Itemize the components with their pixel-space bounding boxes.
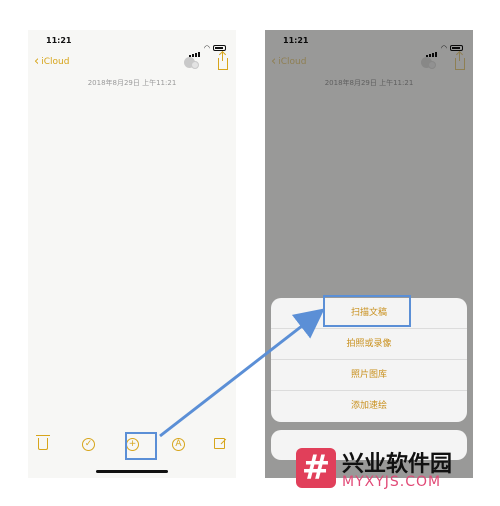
back-label: iCloud — [41, 57, 70, 67]
home-indicator — [96, 470, 168, 473]
status-time: 11:21 — [46, 36, 72, 45]
watermark: # 兴业软件园 MYXYJS.COM — [296, 446, 496, 496]
watermark-logo: # — [296, 448, 336, 488]
photo-library-option[interactable]: 照片图库 — [271, 360, 467, 391]
notes-screen-before: 11:21 ◠ ‹ iCloud 2018年8月29日 上午11:21 ✓ + … — [28, 30, 236, 478]
take-photo-option[interactable]: 拍照或录像 — [271, 329, 467, 360]
scan-option-highlight — [323, 295, 411, 327]
notes-screen-after: 11:21 ◠ ‹ iCloud 2018年8月29日 上午11:21 扫描文稿… — [265, 30, 473, 478]
checklist-icon[interactable]: ✓ — [82, 438, 95, 451]
share-icon[interactable] — [218, 52, 228, 70]
battery-icon — [213, 44, 226, 51]
markup-icon[interactable]: A — [172, 438, 185, 451]
add-button-highlight — [125, 432, 157, 460]
note-date: 2018年8月29日 上午11:21 — [87, 79, 177, 87]
wifi-icon: ◠ — [203, 43, 210, 52]
nav-bar: ‹ iCloud — [28, 52, 236, 74]
compose-icon[interactable] — [214, 438, 225, 449]
trash-icon[interactable] — [36, 435, 50, 450]
add-sketch-option[interactable]: 添加速绘 — [271, 391, 467, 422]
signal-icon — [188, 38, 201, 57]
add-people-icon[interactable] — [184, 56, 200, 70]
chevron-left-icon: ‹ — [34, 54, 40, 69]
status-bar: 11:21 ◠ — [28, 36, 236, 57]
back-button[interactable]: ‹ iCloud — [34, 54, 70, 69]
watermark-url: MYXYJS.COM — [342, 474, 442, 490]
